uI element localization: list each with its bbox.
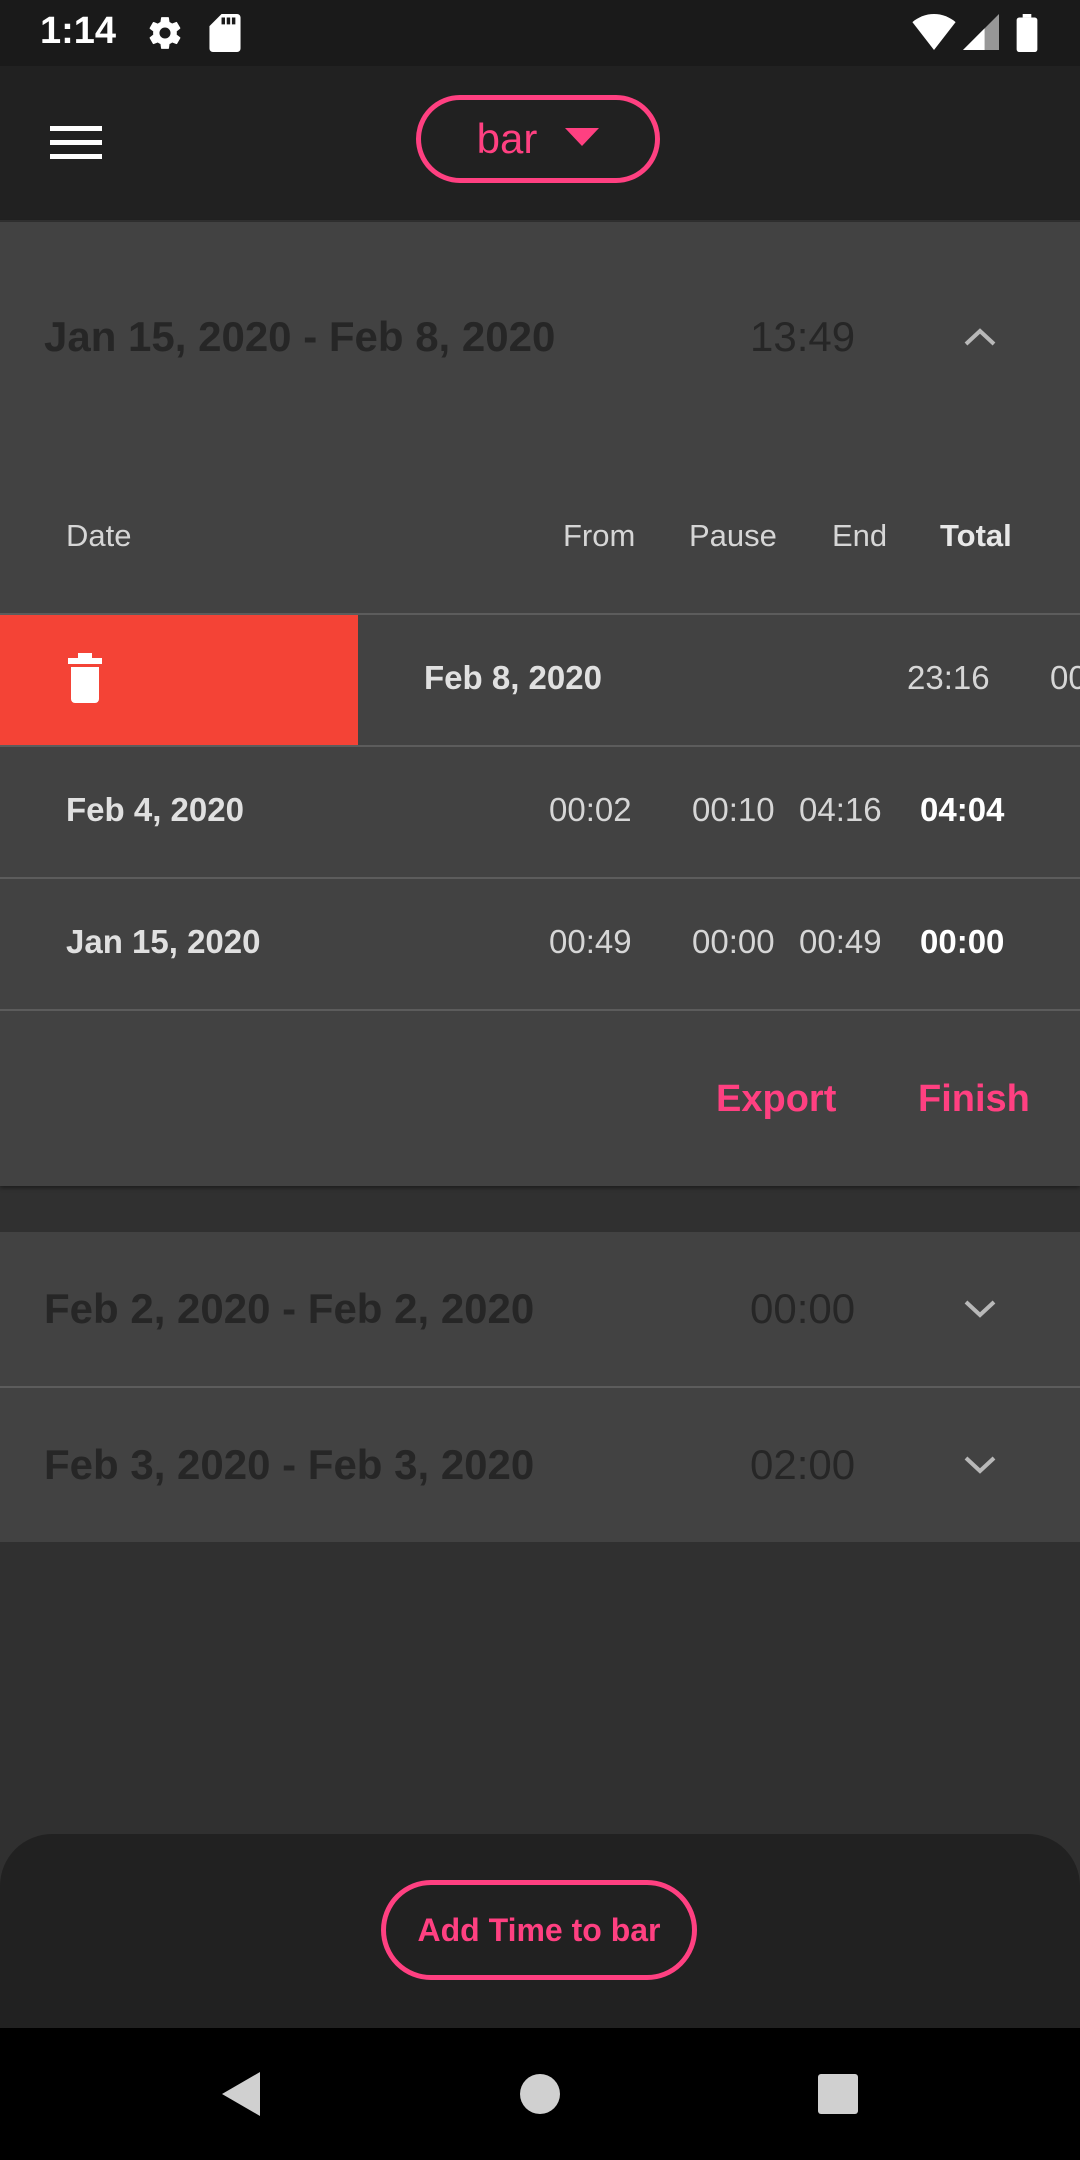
column-header-total: Total (940, 518, 1012, 553)
trash-icon (68, 652, 102, 708)
period-total: 02:00 (750, 1441, 856, 1488)
entry-end: 04:16 (799, 791, 882, 828)
entry-pause: 00:00 (692, 923, 775, 960)
settings-icon (146, 14, 184, 52)
recents-icon[interactable] (808, 2064, 868, 2124)
entry-from: 00:49 (549, 923, 632, 960)
battery-icon (1016, 14, 1038, 52)
status-bar: 1:14 (0, 0, 1080, 66)
home-icon[interactable] (510, 2064, 570, 2124)
entry-end: 00:49 (799, 923, 882, 960)
navigation-bar (0, 2028, 1080, 2160)
wifi-icon (912, 14, 956, 50)
app-bar: bar (0, 66, 1080, 220)
period-header[interactable]: Jan 15, 2020 - Feb 8, 2020 13:49 (0, 262, 1080, 412)
entry-date: Feb 8, 2020 (424, 659, 602, 696)
signal-icon (962, 14, 1000, 50)
row-divider (0, 1009, 1080, 1011)
add-time-button[interactable]: Add Time to bar (381, 1880, 697, 1980)
table-row-swiped[interactable]: Feb 8, 2020 23:16 00 (0, 615, 1080, 745)
back-icon[interactable] (212, 2064, 272, 2124)
table-row[interactable]: Feb 4, 2020 00:02 00:10 04:16 04:04 (0, 747, 1080, 877)
project-selector[interactable]: bar (416, 95, 660, 183)
entry-from: 00:02 (549, 791, 632, 828)
period-card-collapsed[interactable]: Feb 3, 2020 - Feb 3, 2020 02:00 (0, 1388, 1080, 1542)
table-row[interactable]: Jan 15, 2020 00:49 00:00 00:49 00:00 (0, 879, 1080, 1009)
project-selector-label: bar (476, 115, 538, 162)
dropdown-arrow-icon (565, 127, 600, 151)
screen: { "status_bar": { "time": "1:14", "icons… (0, 0, 1080, 2160)
chevron-up-icon[interactable] (955, 312, 1005, 362)
column-header-from: From (563, 518, 636, 553)
period-card-collapsed[interactable]: Feb 2, 2020 - Feb 2, 2020 00:00 (0, 1232, 1080, 1386)
chevron-down-icon[interactable] (955, 1284, 1005, 1334)
period-total: 13:49 (750, 313, 856, 360)
entry-total: 04:04 (920, 791, 1005, 828)
column-header-pause: Pause (689, 518, 777, 553)
menu-icon[interactable] (44, 114, 108, 172)
delete-button[interactable] (0, 615, 358, 745)
period-range: Feb 2, 2020 - Feb 2, 2020 (44, 1285, 535, 1332)
entry-date: Jan 15, 2020 (66, 923, 261, 960)
export-button[interactable]: Export (716, 1074, 836, 1124)
column-header-end: End (832, 518, 888, 553)
period-range: Feb 3, 2020 - Feb 3, 2020 (44, 1441, 535, 1488)
period-range: Jan 15, 2020 - Feb 8, 2020 (44, 313, 556, 360)
entry-date: Feb 4, 2020 (66, 791, 244, 828)
bottom-bar: Add Time to bar (0, 1834, 1080, 2028)
finish-button[interactable]: Finish (918, 1074, 1030, 1124)
sd-card-icon (208, 14, 242, 52)
entry-pause: 00:10 (692, 791, 775, 828)
entry-total: 00:00 (920, 923, 1005, 960)
period-total: 00:00 (750, 1285, 856, 1332)
period-card-expanded: Jan 15, 2020 - Feb 8, 2020 13:49 Date Fr… (0, 222, 1080, 1186)
chevron-down-icon[interactable] (955, 1440, 1005, 1490)
entry-total: 00 (1050, 659, 1080, 696)
entry-from: 23:16 (907, 659, 990, 696)
status-time: 1:14 (40, 10, 117, 52)
column-header-date: Date (66, 518, 132, 553)
